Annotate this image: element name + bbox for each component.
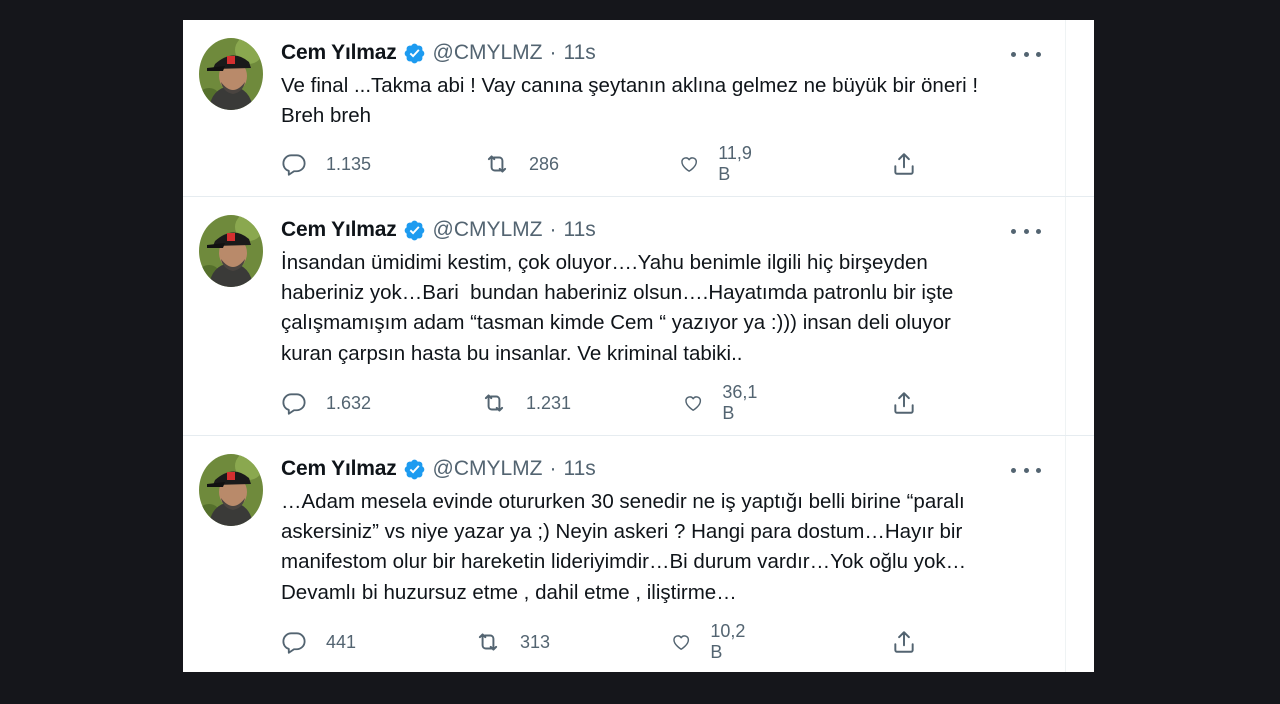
verified-badge-icon [403, 458, 426, 481]
share-icon [894, 153, 914, 175]
verified-badge-icon [403, 219, 426, 242]
tweet-header: Cem Yılmaz @CMYLMZ · 11s [281, 456, 596, 482]
reply-button[interactable]: 441 [281, 626, 356, 658]
author-handle[interactable]: @CMYLMZ [433, 218, 543, 242]
author-name[interactable]: Cem Yılmaz [281, 457, 397, 481]
avatar[interactable] [199, 38, 263, 110]
timestamp[interactable]: 11s [563, 218, 595, 242]
tweet-header: Cem Yılmaz @CMYLMZ · 11s [281, 40, 596, 66]
author-name[interactable]: Cem Yılmaz [281, 218, 397, 242]
reply-count: 441 [326, 631, 357, 652]
avatar[interactable] [199, 215, 263, 287]
retweet-count: 286 [529, 153, 560, 174]
more-icon[interactable] [1011, 44, 1041, 64]
share-icon [894, 631, 914, 653]
tweet-text: Ve final ...Takma abi ! Vay canına şeyta… [281, 74, 979, 128]
retweet-button[interactable]: 313 [475, 626, 550, 658]
like-count: 11,9 B [718, 143, 752, 184]
heart-icon [681, 157, 698, 172]
share-button[interactable] [891, 148, 917, 180]
separator: · [549, 457, 557, 480]
reply-count: 1.135 [326, 153, 372, 174]
reply-icon [282, 632, 306, 654]
avatar[interactable] [199, 454, 263, 526]
tweet[interactable]: Cem Yılmaz @CMYLMZ · 11s İnsandan ümidim… [183, 197, 1094, 436]
separator: · [549, 41, 557, 64]
tweet[interactable]: Cem Yılmaz @CMYLMZ · 11s …Adam mesela ev… [183, 436, 1094, 672]
retweet-button[interactable]: 286 [484, 148, 559, 180]
reply-icon [282, 154, 306, 176]
tweet-header: Cem Yılmaz @CMYLMZ · 11s [281, 217, 596, 243]
tweet[interactable]: Cem Yılmaz @CMYLMZ · 11s Ve final ...Tak… [183, 20, 1094, 197]
tweet-text: …Adam mesela evinde otururken 30 senedir… [281, 490, 967, 604]
author-handle[interactable]: @CMYLMZ [433, 41, 543, 65]
like-button[interactable]: 11,9 B [679, 143, 758, 184]
retweet-icon [478, 633, 498, 651]
timestamp[interactable]: 11s [563, 41, 595, 65]
reply-button[interactable]: 1.135 [281, 148, 371, 180]
share-icon [894, 392, 914, 414]
verified-badge-icon [403, 42, 426, 65]
separator: · [549, 218, 557, 241]
share-button[interactable] [891, 626, 917, 658]
retweet-button[interactable]: 1.231 [481, 387, 571, 419]
retweet-icon [484, 394, 504, 412]
like-button[interactable]: 36,1 B [683, 382, 763, 423]
retweet-icon [487, 155, 507, 173]
author-handle[interactable]: @CMYLMZ [433, 457, 543, 481]
author-name[interactable]: Cem Yılmaz [281, 41, 397, 65]
heart-icon [685, 396, 702, 411]
more-icon[interactable] [1011, 221, 1041, 241]
retweet-count: 1.231 [526, 392, 572, 413]
like-count: 36,1 B [722, 382, 758, 423]
retweet-count: 313 [520, 631, 551, 652]
more-icon[interactable] [1011, 460, 1041, 480]
tweet-text: İnsandan ümidimi kestim, çok oluyor….Yah… [281, 251, 954, 365]
like-button[interactable]: 10,2 B [671, 621, 751, 662]
heart-icon [673, 635, 690, 650]
reply-icon [282, 393, 306, 415]
timestamp[interactable]: 11s [563, 457, 595, 481]
tweet-timeline: Cem Yılmaz @CMYLMZ · 11s Ve final ...Tak… [183, 20, 1094, 672]
reply-button[interactable]: 1.632 [281, 387, 371, 419]
share-button[interactable] [891, 387, 917, 419]
like-count: 10,2 B [710, 621, 746, 662]
reply-count: 1.632 [326, 392, 372, 413]
